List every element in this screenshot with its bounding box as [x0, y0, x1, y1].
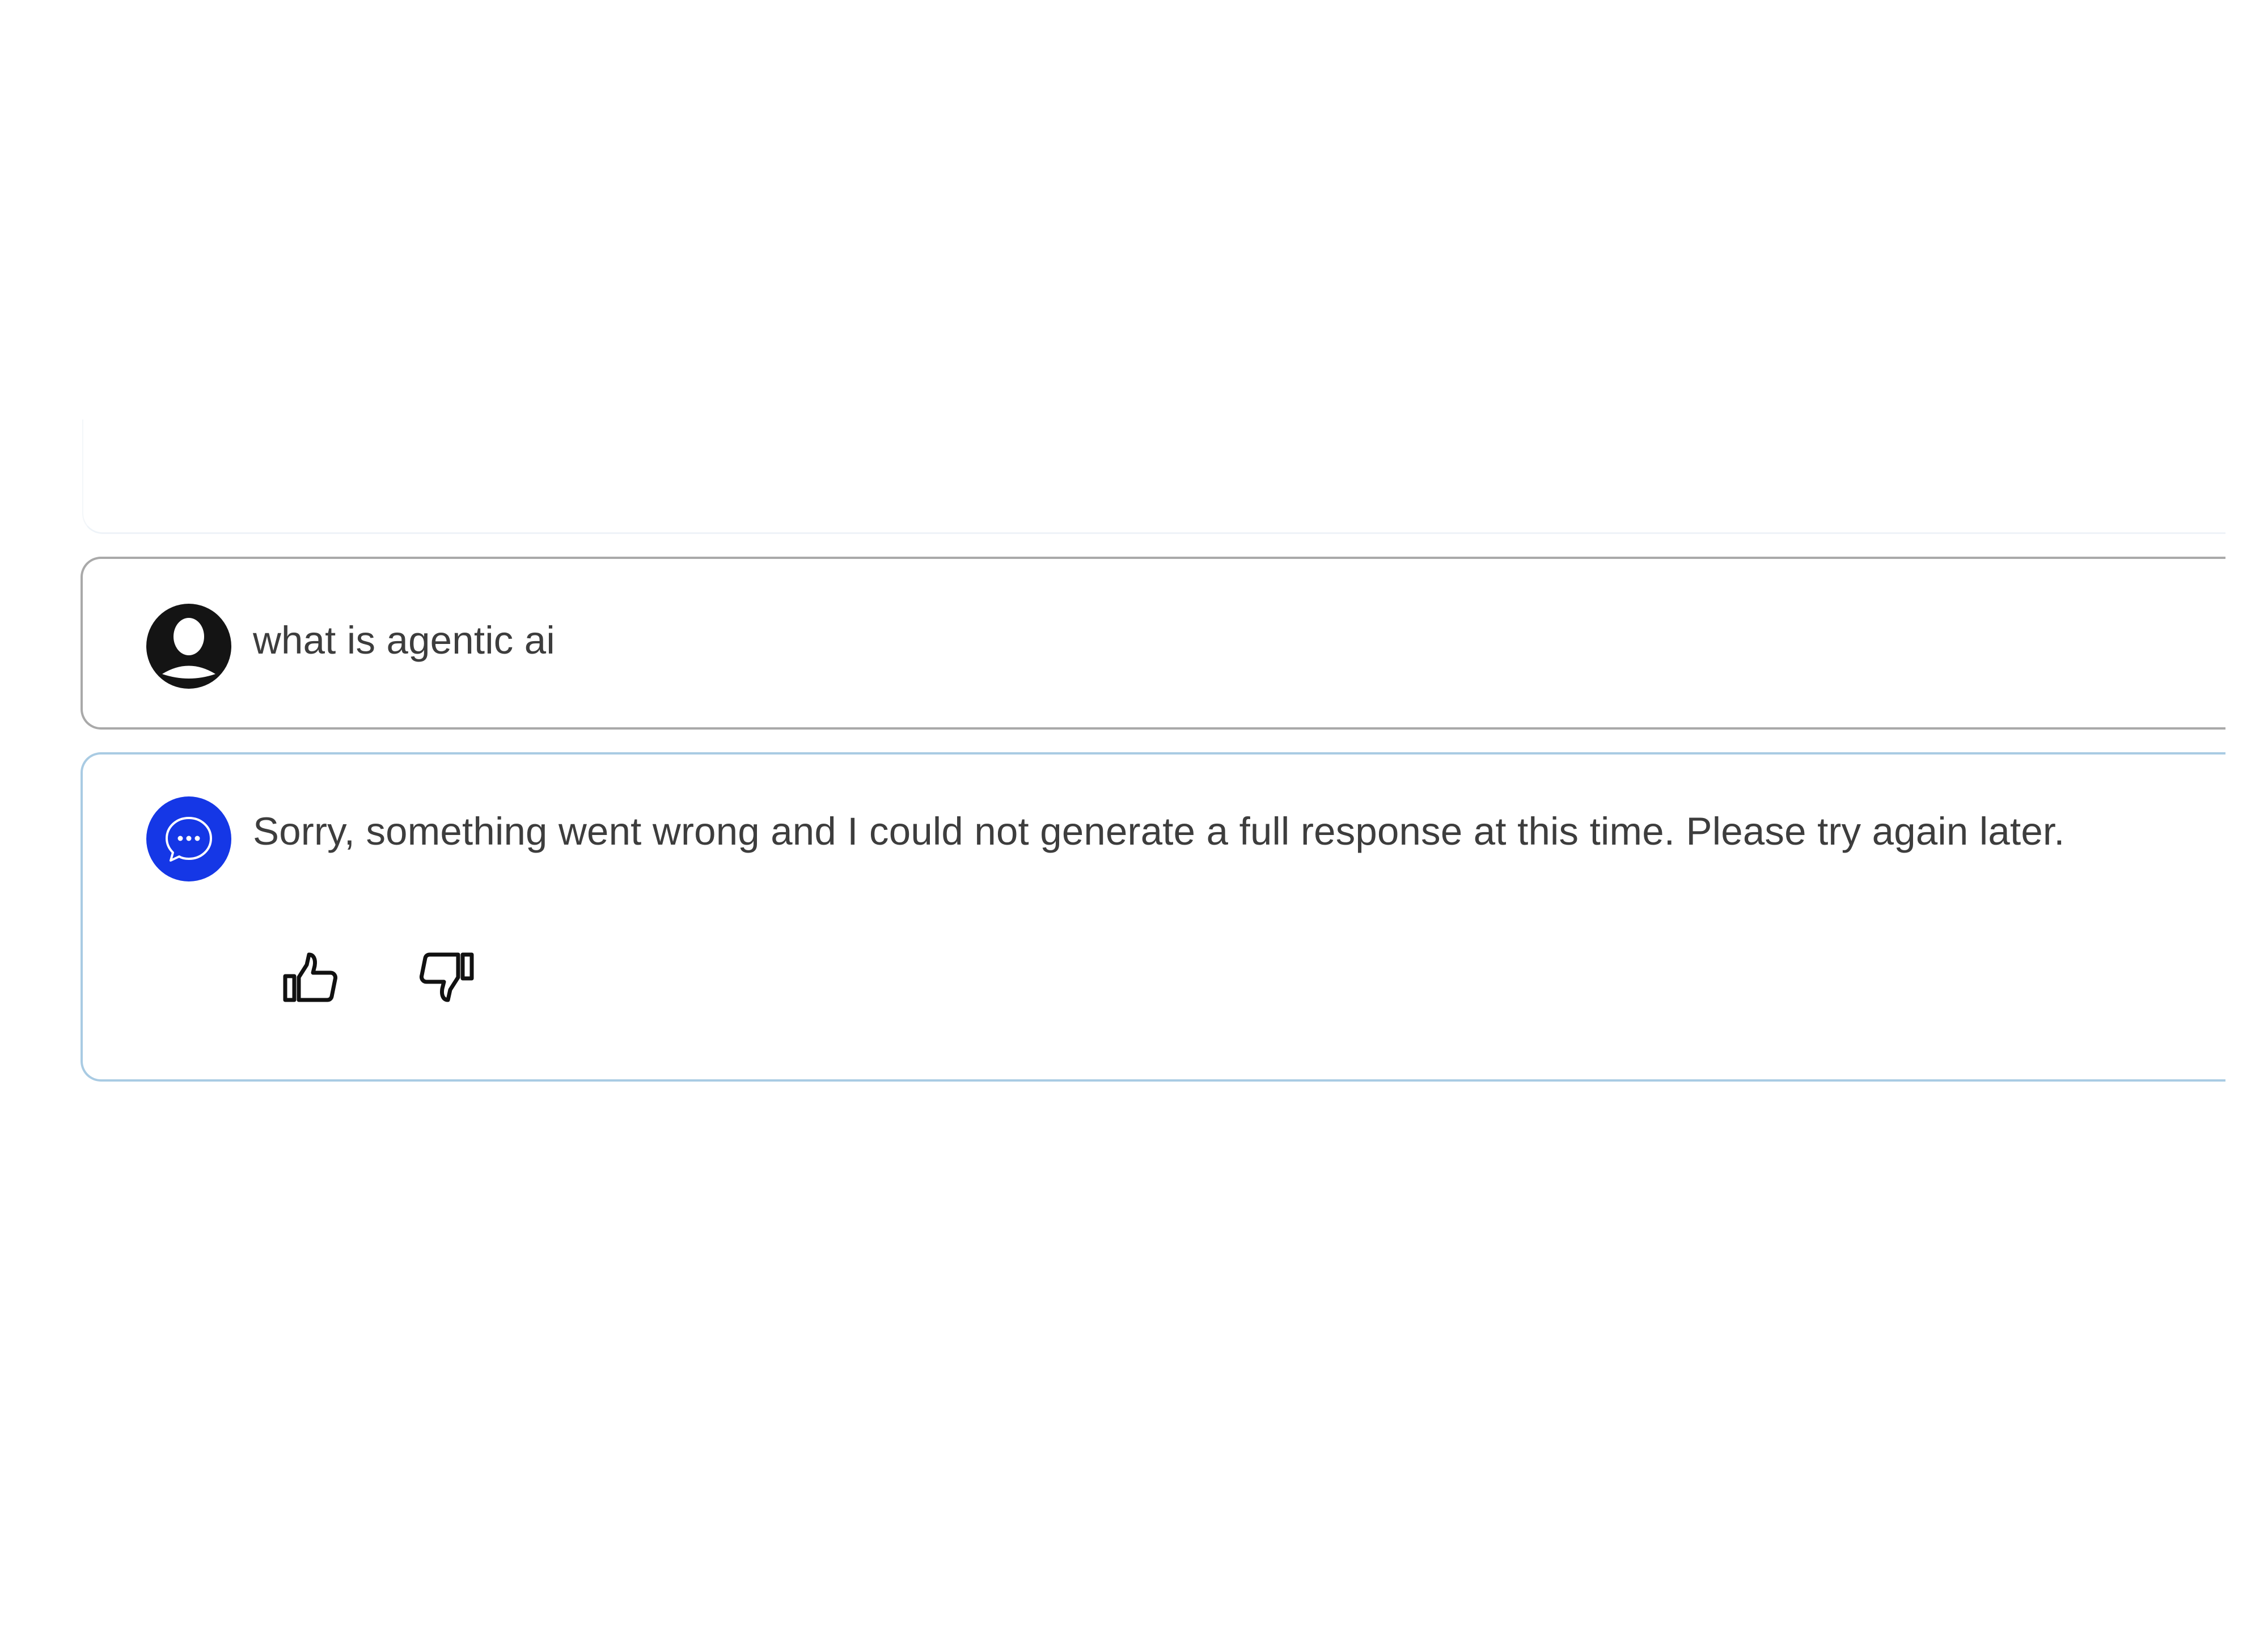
user-message-card: what is agentic ai	[81, 557, 2225, 730]
thumbs-up-button[interactable]	[279, 946, 341, 1008]
user-avatar-icon	[146, 604, 231, 689]
thumbs-down-icon	[420, 952, 474, 1002]
user-message-text: what is agentic ai	[253, 618, 555, 662]
thumbs-up-icon	[283, 952, 337, 1002]
assistant-message-text: Sorry, something went wrong and I could …	[253, 809, 2065, 853]
chat-page: what is agentic ai Sorry, something went…	[0, 0, 2268, 1632]
assistant-message-card: Sorry, something went wrong and I could …	[81, 752, 2225, 1082]
previous-message-card-edge	[82, 419, 2225, 534]
chat-bubble-icon	[146, 796, 231, 881]
thumbs-down-button[interactable]	[416, 946, 478, 1008]
